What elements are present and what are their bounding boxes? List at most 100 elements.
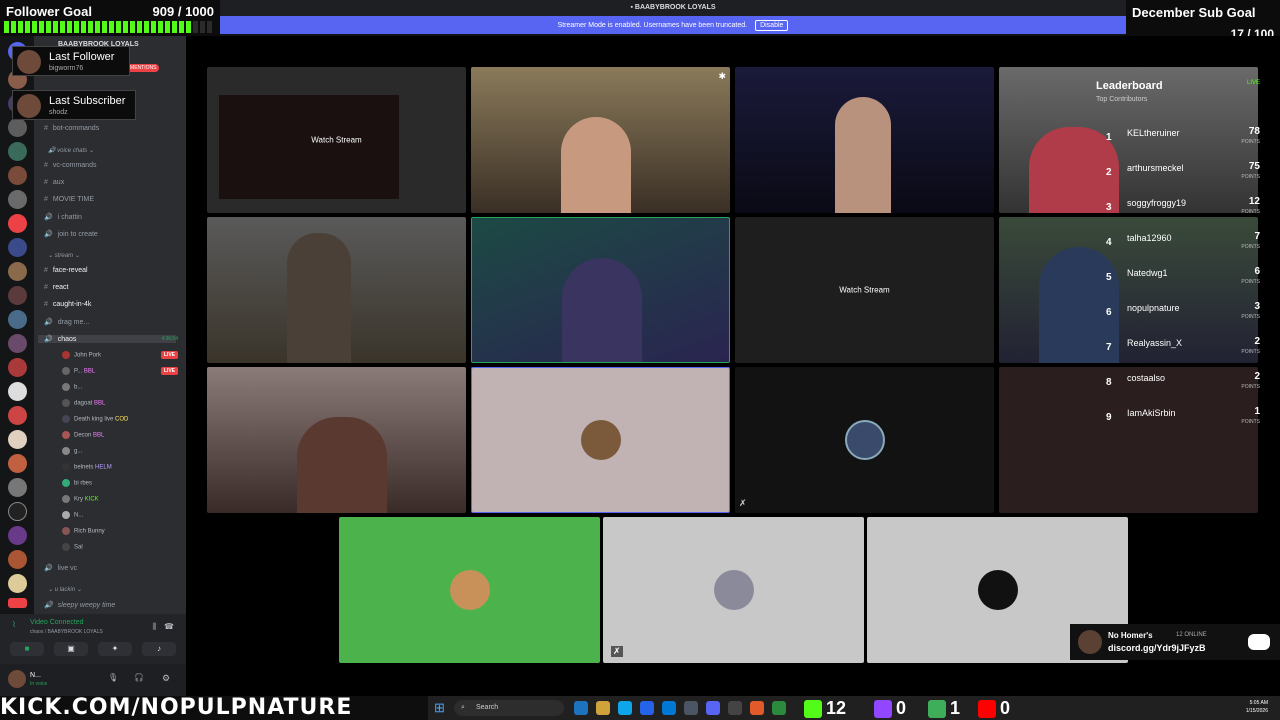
voice-user[interactable]: bi rbes <box>62 479 92 487</box>
leaderboard-rank: 8 <box>1106 377 1112 388</box>
channel-chaos[interactable]: 🔊 chaos <box>38 335 176 343</box>
voice-user[interactable]: belnets HELM <box>62 463 112 471</box>
video-tile[interactable]: ✗ <box>735 367 994 513</box>
channel-join-to-create[interactable]: 🔊 join to create <box>44 230 98 238</box>
disconnect-icon[interactable]: ☎ <box>164 622 174 631</box>
taskbar-clock[interactable]: 5:05 AM 1/15/2026 <box>1246 699 1268 715</box>
channel-sleepy-weepy-time[interactable]: 🔊 sleepy weepy time <box>44 601 115 609</box>
headphones-icon[interactable]: 🎧 <box>134 673 144 682</box>
server-icon[interactable] <box>8 166 27 185</box>
channel-movie-time[interactable]: # MOVIE TIME <box>44 196 94 203</box>
promo-invite-url: discord.gg/Ydr9jJFyzB <box>1108 643 1206 653</box>
firefox-icon[interactable] <box>750 701 764 715</box>
signal-icon[interactable]: ⌇ <box>12 620 16 629</box>
gear-icon[interactable]: ⚙ <box>162 673 170 684</box>
voice-user[interactable]: Decon BBL <box>62 431 104 439</box>
server-icon[interactable] <box>8 142 27 161</box>
mic-icon[interactable]: 🎙 <box>108 673 118 682</box>
channel-drag-me[interactable]: 🔊 drag me... <box>44 318 89 326</box>
watch-stream-button[interactable]: Watch Stream <box>311 136 361 145</box>
youtube-viewer-count: 0 <box>978 696 1010 720</box>
voice-user[interactable]: Kry KICK <box>62 495 99 503</box>
channel-vc-commands[interactable]: # vc-commands <box>44 162 96 169</box>
leaderboard-name: soggyfroggy19 <box>1127 198 1187 208</box>
camera-button[interactable]: ■ <box>10 642 44 656</box>
channel-aux[interactable]: # aux <box>44 179 64 186</box>
discord-icon[interactable] <box>706 701 720 715</box>
video-tile[interactable] <box>471 217 730 363</box>
server-icon[interactable] <box>8 454 27 473</box>
server-icon[interactable] <box>8 214 27 233</box>
edge-icon[interactable] <box>618 701 632 715</box>
server-icon[interactable] <box>8 406 27 425</box>
voice-user[interactable]: Sal <box>62 543 83 551</box>
server-icon[interactable] <box>8 286 27 305</box>
channel-label: aux <box>52 179 65 186</box>
chaos-duration: 4:36:54 <box>161 336 178 342</box>
server-icon[interactable] <box>8 262 27 281</box>
voice-user[interactable]: N... <box>62 511 83 519</box>
voice-user-name: John Pork <box>74 352 102 359</box>
server-icon[interactable] <box>8 118 27 137</box>
video-tile[interactable] <box>207 217 466 363</box>
voice-user[interactable]: b... <box>62 383 82 391</box>
server-icon[interactable] <box>8 526 27 545</box>
screen-share-button[interactable]: ▣ <box>54 642 88 656</box>
category-stream[interactable]: ⌄ stream ⌄ <box>48 252 80 259</box>
taskbar-app-icon[interactable] <box>574 701 588 715</box>
points-label: POINTS <box>1241 419 1260 425</box>
watch-stream-button[interactable]: Watch Stream <box>839 286 889 295</box>
voice-user[interactable]: g... <box>62 447 82 455</box>
twitch-icon <box>874 700 892 719</box>
store-icon[interactable] <box>662 701 676 715</box>
server-icon[interactable] <box>8 430 27 449</box>
noise-suppression-icon[interactable]: ⫼ <box>152 622 156 632</box>
video-tile[interactable]: ✗ <box>603 517 864 663</box>
soundboard-button[interactable]: ♪ <box>142 642 176 656</box>
server-icon[interactable] <box>8 190 27 209</box>
category-voice-chats[interactable]: 🔊 voice chats ⌄ <box>48 147 94 154</box>
channel-caught-in-4k[interactable]: # caught-in-4k <box>44 301 91 308</box>
stream-tile[interactable]: Watch Stream <box>735 217 994 363</box>
server-icon[interactable] <box>8 574 27 593</box>
windows-start-icon[interactable]: ⊞ <box>434 700 445 716</box>
activities-button[interactable]: ✦ <box>98 642 132 656</box>
server-icon[interactable] <box>8 478 27 497</box>
server-icon[interactable] <box>8 358 27 377</box>
channel-face-reveal[interactable]: # face-reveal <box>44 267 88 274</box>
channel-live-vc[interactable]: 🔊 live vc <box>44 564 77 572</box>
category-u-lackin[interactable]: ⌄ u lackin ⌄ <box>48 586 82 593</box>
sub-goal-label: December Sub Goal <box>1132 5 1256 20</box>
server-icon[interactable] <box>8 382 27 401</box>
channel-bot-commands[interactable]: # bot-commands <box>44 125 99 132</box>
obs-icon[interactable] <box>728 701 742 715</box>
voice-user[interactable]: Rich Bunny <box>62 527 105 535</box>
video-tile[interactable]: ✱ <box>471 67 730 213</box>
server-icon[interactable] <box>8 310 27 329</box>
steam-icon[interactable] <box>684 701 698 715</box>
file-explorer-icon[interactable] <box>596 701 610 715</box>
clock-time: 5:05 AM <box>1249 700 1268 706</box>
progress-segment <box>144 21 149 33</box>
taskbar-app-icon[interactable] <box>640 701 654 715</box>
disable-streamer-mode-button[interactable]: Disable <box>755 19 789 31</box>
channel-i-chattin[interactable]: 🔊 i chattin <box>44 213 82 221</box>
video-tile[interactable] <box>735 67 994 213</box>
video-tile[interactable] <box>339 517 600 663</box>
voice-user[interactable]: John Pork <box>62 351 101 359</box>
voice-user[interactable]: Death king live COD <box>62 415 128 423</box>
server-icon[interactable] <box>8 550 27 569</box>
channel-label: react <box>52 284 69 291</box>
video-tile[interactable] <box>207 367 466 513</box>
chrome-icon[interactable] <box>772 701 786 715</box>
channel-react[interactable]: # react <box>44 284 68 291</box>
server-icon[interactable] <box>8 334 27 353</box>
avatar[interactable] <box>8 670 26 688</box>
voice-user[interactable]: P... BBL <box>62 367 95 375</box>
server-icon[interactable] <box>8 502 27 521</box>
voice-user[interactable]: dagoat BBL <box>62 399 105 407</box>
taskbar-search-box[interactable]: ⌕ Search <box>454 700 564 716</box>
stream-tile[interactable]: Watch Stream <box>207 67 466 213</box>
video-tile[interactable] <box>471 367 730 513</box>
server-icon[interactable] <box>8 238 27 257</box>
